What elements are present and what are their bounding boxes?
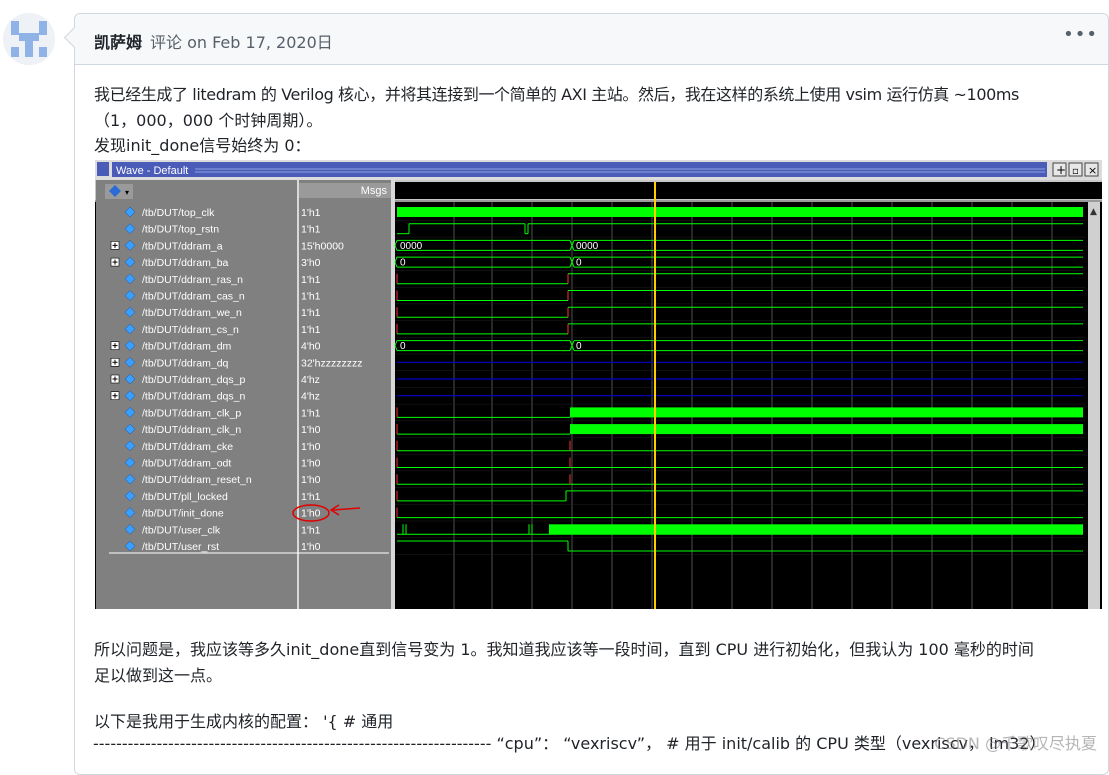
svg-text:0: 0 — [576, 341, 582, 352]
avatar[interactable] — [3, 13, 55, 65]
vertical-scrollbar[interactable] — [1088, 202, 1100, 609]
signal-value: 1'h0 — [301, 441, 321, 453]
signal-name: /tb/DUT/ddram_dq — [142, 357, 229, 369]
header-caret — [63, 26, 86, 49]
signal-value: 1'h1 — [301, 291, 321, 303]
signal-name: /tb/DUT/ddram_ba — [142, 257, 229, 269]
signal-value: 1'h1 — [301, 524, 321, 536]
signal-name: /tb/DUT/ddram_dqs_n — [142, 391, 245, 403]
signal-value: 1'h0 — [301, 541, 321, 553]
signal-value: 1'h1 — [301, 307, 321, 319]
svg-text:0: 0 — [576, 258, 582, 269]
signal-name: /tb/DUT/ddram_reset_n — [142, 474, 252, 486]
signal-value: 4'hz — [301, 391, 320, 403]
signal-value: 1'h0 — [301, 458, 321, 470]
signal-name: /tb/DUT/ddram_clk_n — [142, 424, 241, 436]
signal-name: /tb/DUT/ddram_odt — [142, 458, 231, 470]
signal-name: /tb/DUT/ddram_cas_n — [142, 291, 245, 303]
signal-value: 1'h1 — [301, 324, 321, 336]
signal-name: /tb/DUT/ddram_we_n — [142, 307, 242, 319]
signal-name: /tb/DUT/ddram_cs_n — [142, 324, 239, 336]
signal-value: 4'h0 — [301, 341, 321, 353]
svg-text:▲: ▲ — [1090, 207, 1097, 217]
window-buttons[interactable]: + ▫ × — [1052, 162, 1099, 177]
paragraph-1-line-2: （1，000，000 个时钟周期）。 — [94, 111, 323, 130]
signal-value: 32'hzzzzzzzz — [301, 357, 363, 369]
svg-text:0000: 0000 — [400, 241, 423, 252]
signal-name: /tb/DUT/ddram_clk_p — [142, 407, 241, 419]
signal-name: /tb/DUT/ddram_dqs_p — [142, 374, 245, 386]
svg-text:0000: 0000 — [576, 241, 599, 252]
signal-value: 1'h1 — [301, 207, 321, 219]
svg-text:×: × — [1088, 164, 1097, 177]
identicon-icon — [3, 13, 55, 65]
signal-name: /tb/DUT/ddram_cke — [142, 441, 233, 453]
waveform-screenshot: Wave - Default + ▫ × ▾ Msgs /tb/DUT/top_… — [95, 160, 1102, 609]
signal-value: 15'h0000 — [301, 240, 344, 252]
signal-name: /tb/DUT/user_clk — [142, 524, 221, 536]
waveform-viewer: Wave - Default + ▫ × ▾ Msgs /tb/DUT/top_… — [95, 160, 1102, 609]
signal-value: 1'h1 — [301, 274, 321, 286]
wave-window-title: Wave - Default — [116, 165, 188, 177]
signal-value: 1'h1 — [301, 224, 321, 236]
signal-value: 1'h1 — [301, 407, 321, 419]
svg-text:▾: ▾ — [125, 188, 129, 197]
signal-name: /tb/DUT/ddram_dm — [142, 341, 232, 353]
signal-name: /tb/DUT/pll_locked — [142, 491, 228, 503]
watermark: CSDN @千歌叹尽执夏 — [934, 734, 1097, 753]
signal-value: 1'h0 — [301, 474, 321, 486]
signal-value: 3'h0 — [301, 257, 321, 269]
signal-name: /tb/DUT/ddram_ras_n — [142, 274, 243, 286]
paragraph-1-line-1: 我已经生成了 litedram 的 Verilog 核心，并将其连接到一个简单的… — [94, 85, 1019, 104]
svg-text:+: + — [1056, 163, 1066, 177]
signal-name: /tb/DUT/init_done — [142, 508, 224, 520]
config-code-line: ----------------------------------------… — [93, 734, 1046, 753]
msgs-header: Msgs — [361, 185, 388, 197]
signal-name: /tb/DUT/top_clk — [142, 207, 215, 219]
svg-text:0: 0 — [400, 341, 406, 352]
signal-value: 4'hz — [301, 374, 320, 386]
signal-value: 1'h1 — [301, 491, 321, 503]
svg-text:0: 0 — [400, 258, 406, 269]
paragraph-2-line-1: 所以问题是，我应该等多久init_done直到信号变为 1。我知道我应该等一段时… — [94, 640, 1034, 659]
paragraph-2-line-2: 足以做到这一点。 — [94, 666, 223, 685]
signal-name: /tb/DUT/top_rstn — [142, 224, 219, 236]
signal-value: 1'h0 — [301, 424, 321, 436]
comment-author[interactable]: 凯萨姆 — [94, 29, 142, 53]
comment-header: 凯萨姆 评论 on Feb 17, 2020日 ••• — [63, 14, 1108, 65]
signal-name: /tb/DUT/user_rst — [142, 541, 219, 553]
svg-text:▫: ▫ — [1072, 166, 1079, 177]
kebab-menu-button[interactable]: ••• — [1063, 24, 1098, 45]
comment-meta: 评论 on Feb 17, 2020日 — [150, 33, 333, 52]
signal-value: 1'h0 — [301, 508, 321, 520]
signal-name: /tb/DUT/ddram_a — [142, 240, 223, 252]
paragraph-1-line-3: 发现init_done信号始终为 0： — [94, 136, 311, 155]
